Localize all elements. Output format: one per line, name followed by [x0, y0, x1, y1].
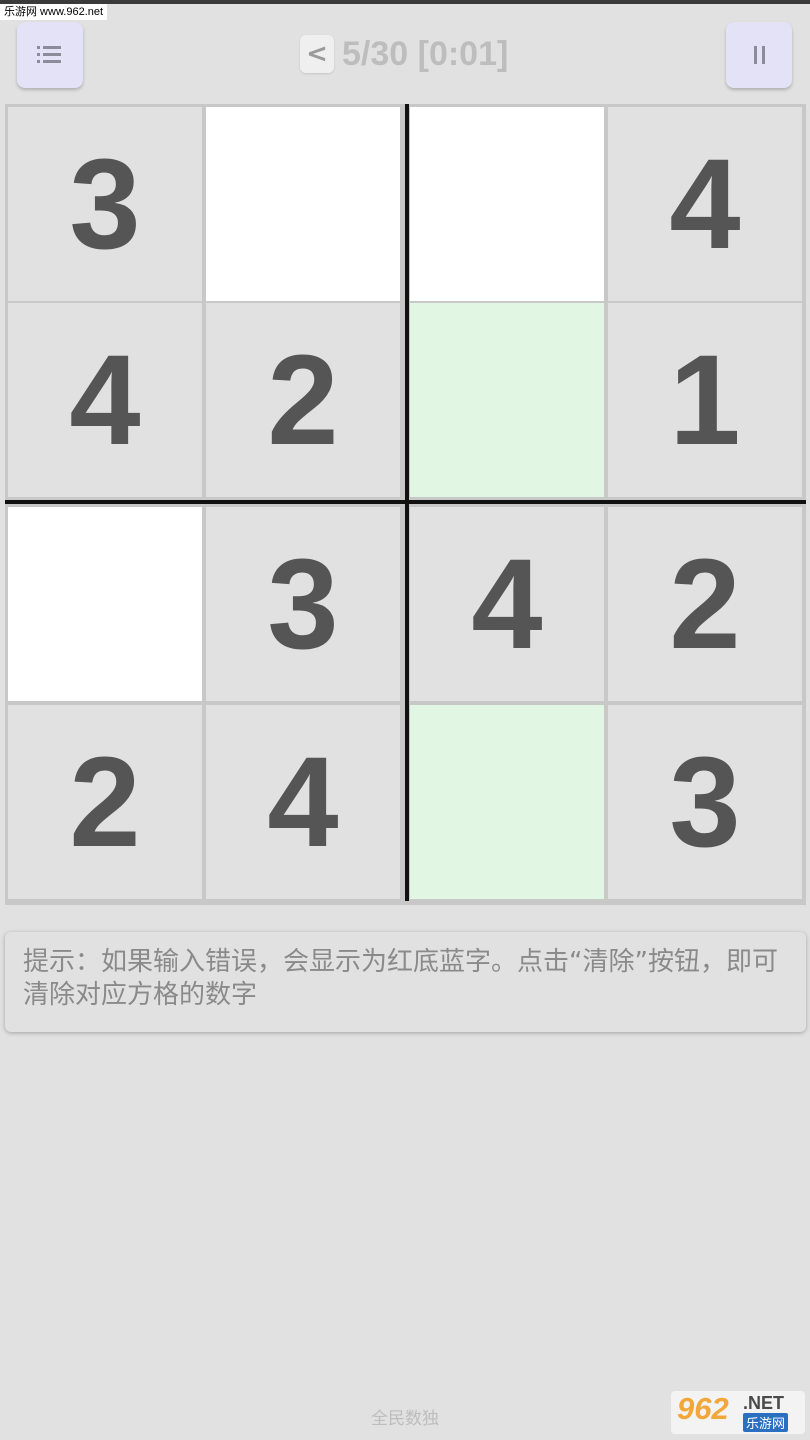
sudoku-board: 34224312443	[5, 104, 806, 905]
header-title-row: < 5/30 [0:01]	[300, 34, 508, 74]
pause-button[interactable]	[726, 22, 792, 88]
logo-sub: 乐游网	[743, 1413, 789, 1432]
cell-r4-c4[interactable]: 3	[608, 705, 802, 899]
cell-r1-c3[interactable]	[410, 107, 604, 301]
logo-main: 962	[677, 1391, 729, 1426]
status-bar	[0, 0, 810, 4]
cell-r2-c1[interactable]: 4	[8, 303, 202, 497]
cell-r1-c4[interactable]: 4	[608, 107, 802, 301]
cell-r3-c4[interactable]: 2	[608, 507, 802, 701]
hint-text: 提示：如果输入错误，会显示为红底蓝字。点击“清除”按钮，即可清除对应方格的数字	[23, 947, 778, 1010]
cell-r3-c1[interactable]	[8, 507, 202, 701]
cell-r4-c3[interactable]	[410, 705, 604, 899]
menu-button[interactable]	[17, 22, 83, 88]
hint-box: 提示：如果输入错误，会显示为红底蓝字。点击“清除”按钮，即可清除对应方格的数字	[5, 932, 806, 1032]
cell-r1-c2[interactable]	[206, 107, 400, 301]
level-and-timer: 5/30 [0:01]	[342, 34, 509, 73]
list-icon	[37, 44, 63, 66]
logo-suffix: .NET	[743, 1393, 785, 1413]
cell-r3-c3[interactable]: 4	[410, 507, 604, 701]
cell-r3-c2[interactable]: 3	[206, 507, 400, 701]
cell-r4-c1[interactable]: 2	[8, 705, 202, 899]
cell-r2-c4[interactable]: 1	[608, 303, 802, 497]
cell-r2-c2[interactable]: 2	[206, 303, 400, 497]
cell-r4-c2[interactable]: 4	[206, 705, 400, 899]
cell-r1-c1[interactable]: 3	[8, 107, 202, 301]
site-logo: 962 .NET 乐游网	[671, 1391, 805, 1434]
pause-icon	[753, 46, 765, 64]
back-button[interactable]: <	[300, 35, 334, 73]
box-divider-horizontal	[5, 500, 806, 504]
cell-r2-c3[interactable]	[410, 303, 604, 497]
watermark-label: 乐游网 www.962.net	[0, 4, 108, 20]
